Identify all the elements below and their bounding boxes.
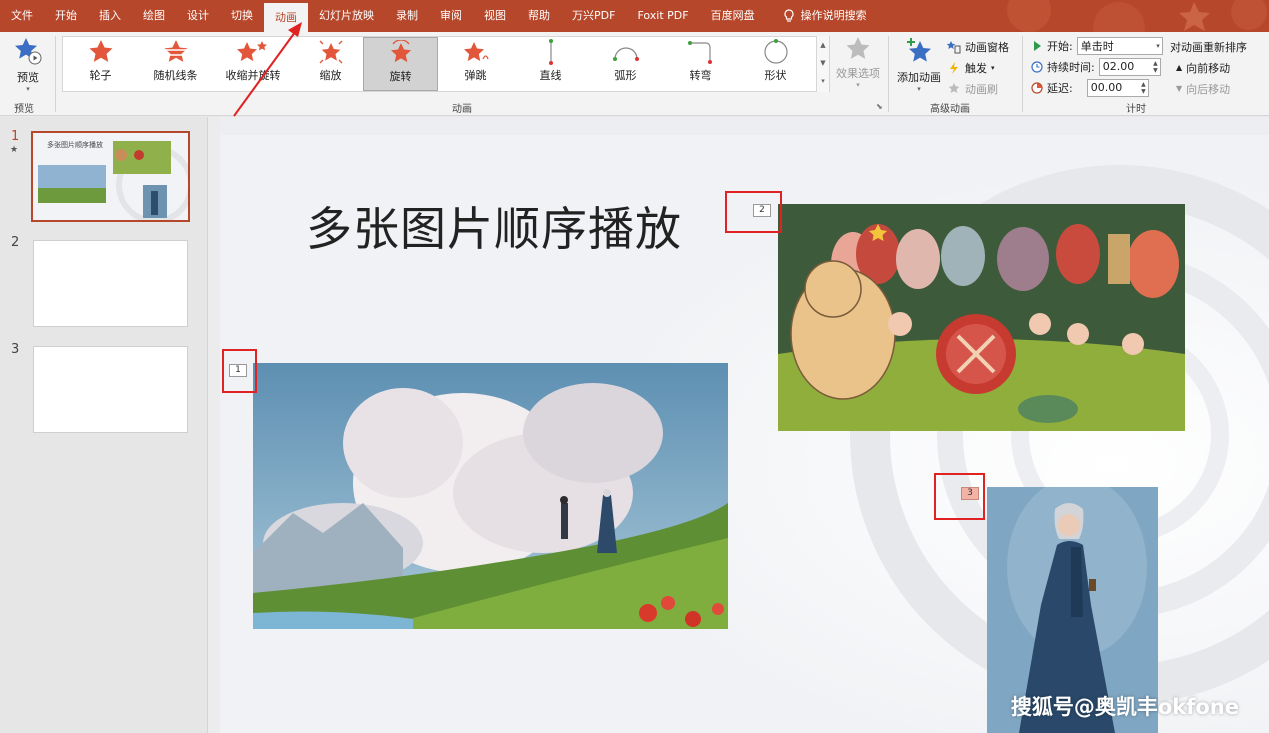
animation-wheel[interactable]: 轮子 bbox=[63, 37, 138, 91]
start-select[interactable]: 单击时 ▾ bbox=[1076, 36, 1163, 55]
picture-illustration[interactable] bbox=[778, 204, 1185, 431]
turn-path-icon bbox=[687, 41, 712, 64]
effect-options-button[interactable]: 效果选项 ▾ bbox=[834, 36, 882, 89]
preview-group-label: 预览 bbox=[14, 104, 34, 115]
arc-path-icon bbox=[612, 47, 639, 61]
highlight-box-2 bbox=[725, 191, 782, 233]
duration-input[interactable]: 02.00 ▲ ▼ bbox=[1098, 57, 1161, 76]
dialog-launcher-icon[interactable]: ⬊ bbox=[876, 102, 883, 111]
zoom-star-icon bbox=[319, 40, 342, 64]
slide-number-1: 1 bbox=[11, 129, 20, 144]
highlight-box-1 bbox=[222, 349, 257, 393]
play-icon bbox=[1034, 40, 1041, 51]
tab-wondershare-pdf[interactable]: 万兴PDF bbox=[561, 0, 626, 32]
tab-record[interactable]: 录制 bbox=[385, 0, 429, 32]
picture-landscape[interactable] bbox=[253, 363, 728, 629]
preview-star-icon bbox=[15, 38, 42, 65]
tab-insert[interactable]: 插入 bbox=[88, 0, 132, 32]
gallery-up-icon[interactable]: ▲ bbox=[817, 36, 829, 54]
tab-help[interactable]: 帮助 bbox=[517, 0, 561, 32]
slide-number-3: 3 bbox=[11, 342, 20, 357]
clock-icon bbox=[1031, 60, 1043, 73]
advanced-animation-list: 动画窗格 触发 ▾ 动画刷 bbox=[947, 36, 1009, 99]
menu-decoration bbox=[969, 0, 1269, 32]
tab-review[interactable]: 审阅 bbox=[429, 0, 473, 32]
slide-title[interactable]: 多张图片顺序播放 bbox=[306, 193, 682, 259]
separator bbox=[55, 36, 56, 112]
animation-shapes[interactable]: 形状 bbox=[738, 37, 813, 91]
delay-clock-icon bbox=[1031, 81, 1043, 94]
add-animation-button[interactable]: 添加动画 ▾ bbox=[896, 36, 942, 93]
animation-lines[interactable]: 直线 bbox=[513, 37, 588, 91]
animation-painter-button[interactable]: 动画刷 bbox=[947, 78, 1009, 99]
separator bbox=[1022, 36, 1023, 112]
tab-home[interactable]: 开始 bbox=[44, 0, 88, 32]
animation-pane-button[interactable]: 动画窗格 bbox=[947, 36, 1009, 57]
reorder-animation: 对动画重新排序 ▲ 向前移动 ▼ 向后移动 bbox=[1170, 36, 1247, 99]
animation-pane-icon bbox=[947, 40, 961, 53]
painter-star-icon bbox=[948, 82, 960, 93]
ribbon: 预览 ▾ 预览 轮子 随机线条 收缩并旋转 缩放 旋转 弹跳 直线 弧形 转弯 … bbox=[0, 32, 1269, 116]
animation-bounce[interactable]: 弹跳 bbox=[438, 37, 513, 91]
preview-button[interactable]: 预览 ▾ bbox=[8, 36, 48, 93]
slide-editor: 多张图片顺序播放 1 2 3 搜狐号@奥凯丰okfone bbox=[220, 117, 1269, 733]
bounce-star-icon bbox=[463, 42, 489, 62]
lightbulb-icon bbox=[784, 9, 794, 22]
timing-controls: 开始: 单击时 ▾ 持续时间: 02.00 ▲ ▼ 延迟: 00.00 ▲ ▼ bbox=[1031, 35, 1163, 98]
gallery-scroll[interactable]: ▲ ▼ ▾ bbox=[816, 36, 829, 92]
animation-random-bars[interactable]: 随机线条 bbox=[138, 37, 213, 91]
thumbnail-1-title: 多张图片顺序播放 bbox=[47, 141, 103, 149]
tell-me-label: 操作说明搜索 bbox=[800, 9, 867, 22]
timing-group-label: 计时 bbox=[1126, 104, 1146, 115]
tab-design[interactable]: 设计 bbox=[176, 0, 220, 32]
slide-thumbnail-1[interactable]: 多张图片顺序播放 bbox=[31, 131, 194, 224]
separator bbox=[888, 36, 889, 112]
preview-label: 预览 bbox=[17, 71, 39, 84]
tell-me-search[interactable]: 操作说明搜索 bbox=[772, 0, 878, 32]
slide-stage[interactable]: 多张图片顺序播放 1 2 3 搜狐号@奥凯丰okfone bbox=[220, 135, 1269, 733]
animation-gallery: 轮子 随机线条 收缩并旋转 缩放 旋转 弹跳 直线 弧形 转弯 形状 ▲ ▼ ▾ bbox=[62, 36, 830, 92]
gallery-more-icon[interactable]: ▾ bbox=[817, 72, 829, 90]
lightning-icon bbox=[950, 61, 958, 74]
gallery-down-icon[interactable]: ▼ bbox=[817, 54, 829, 72]
menu-bar: 文件 开始 插入 绘图 设计 切换 动画 幻灯片放映 录制 审阅 视图 帮助 万… bbox=[0, 0, 1269, 32]
slide-thumbnail-3[interactable] bbox=[33, 346, 188, 433]
animation-marker-icon: ★ bbox=[10, 145, 19, 155]
tab-file[interactable]: 文件 bbox=[0, 0, 44, 32]
animation-turns[interactable]: 转弯 bbox=[663, 37, 738, 91]
animation-group-label: 动画 bbox=[452, 104, 472, 115]
annotation-arrow bbox=[233, 22, 302, 117]
animation-spin[interactable]: 旋转 bbox=[363, 37, 438, 91]
move-earlier-button[interactable]: ▲ 向前移动 bbox=[1170, 57, 1247, 78]
spin-star-icon bbox=[390, 40, 411, 63]
line-path-icon bbox=[548, 39, 553, 65]
add-animation-star-icon bbox=[907, 38, 931, 62]
highlight-box-3 bbox=[934, 473, 985, 520]
tab-foxit-pdf[interactable]: Foxit PDF bbox=[626, 0, 699, 32]
arrow-down-icon: ▼ bbox=[1176, 84, 1183, 93]
thumbnail-scrollbar[interactable] bbox=[208, 117, 220, 733]
tab-view[interactable]: 视图 bbox=[473, 0, 517, 32]
random-bars-star-icon bbox=[164, 40, 187, 62]
tab-baidu-netdisk[interactable]: 百度网盘 bbox=[700, 0, 766, 32]
wheel-star-icon bbox=[89, 40, 112, 62]
reorder-title: 对动画重新排序 bbox=[1170, 40, 1247, 54]
effect-star-icon bbox=[846, 37, 870, 59]
slide-thumbnail-2[interactable] bbox=[33, 240, 188, 327]
arrow-up-icon: ▲ bbox=[1176, 63, 1183, 72]
tab-slideshow[interactable]: 幻灯片放映 bbox=[308, 0, 385, 32]
watermark-text: 搜狐号@奥凯丰okfone bbox=[1010, 695, 1239, 719]
shape-path-icon bbox=[763, 39, 788, 64]
animation-arcs[interactable]: 弧形 bbox=[588, 37, 663, 91]
advanced-group-label: 高级动画 bbox=[930, 104, 970, 115]
slide-number-2: 2 bbox=[11, 235, 20, 250]
delay-input[interactable]: 00.00 ▲ ▼ bbox=[1086, 78, 1149, 97]
tab-draw[interactable]: 绘图 bbox=[132, 0, 176, 32]
slide-thumbnail-pane: 1 ★ 多张图片顺序播放 2 3 bbox=[0, 117, 208, 733]
trigger-button[interactable]: 触发 ▾ bbox=[947, 57, 1009, 78]
move-later-button[interactable]: ▼ 向后移动 bbox=[1170, 78, 1247, 99]
